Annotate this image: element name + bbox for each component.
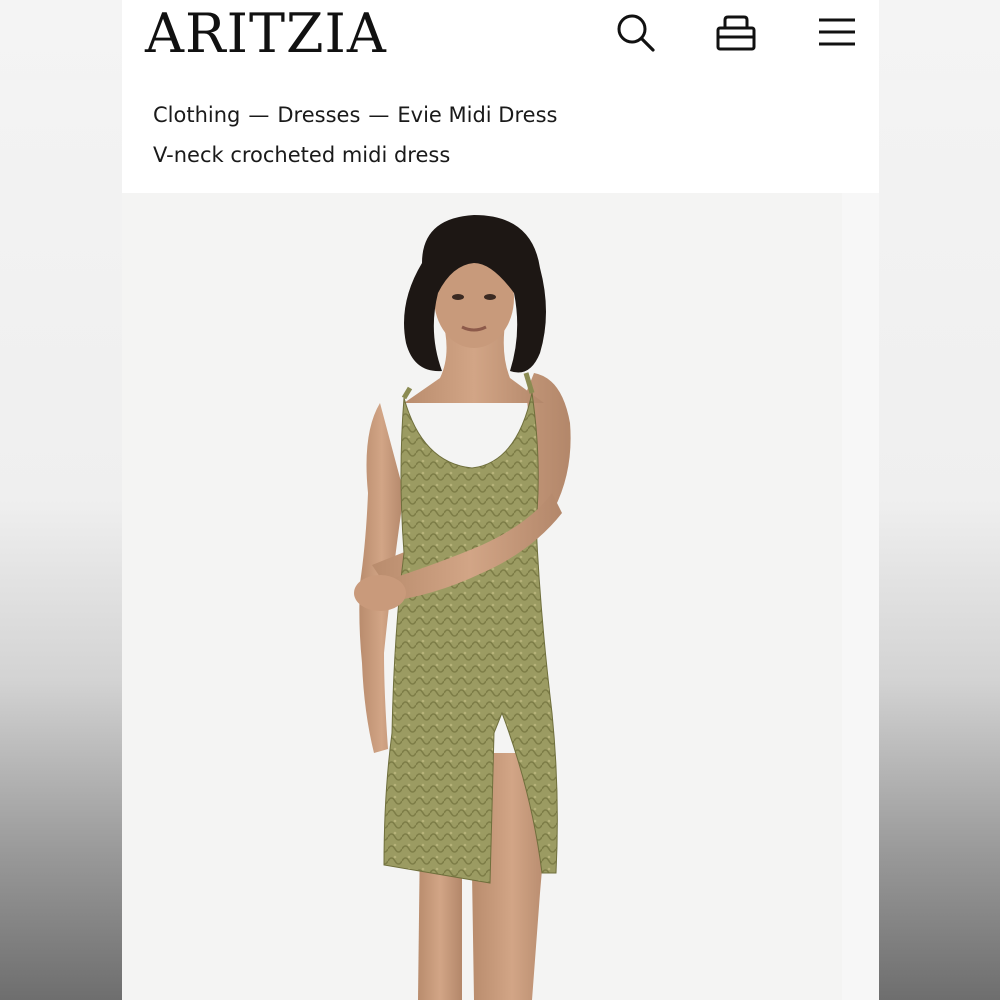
bag-icon[interactable] xyxy=(713,10,759,56)
breadcrumb-separator: — xyxy=(248,103,270,127)
breadcrumb-separator: — xyxy=(368,103,390,127)
background-blur-right xyxy=(879,0,1000,1000)
background-blur-left xyxy=(0,0,122,1000)
site-header: ARITZIA Clothing — Dresses — Evie Midi D… xyxy=(122,0,879,193)
menu-icon[interactable] xyxy=(813,10,859,56)
breadcrumb-item-current: Evie Midi Dress xyxy=(397,103,558,127)
product-image[interactable] xyxy=(122,193,879,1000)
breadcrumb-item-dresses[interactable]: Dresses xyxy=(277,103,360,127)
breadcrumb: Clothing — Dresses — Evie Midi Dress xyxy=(153,103,557,127)
brand-logo[interactable]: ARITZIA xyxy=(145,4,387,64)
screenshot-stage: ARITZIA Clothing — Dresses — Evie Midi D… xyxy=(0,0,1000,1000)
breadcrumb-item-clothing[interactable]: Clothing xyxy=(153,103,240,127)
product-subtitle: V-neck crocheted midi dress xyxy=(153,143,451,167)
mobile-page: ARITZIA Clothing — Dresses — Evie Midi D… xyxy=(122,0,879,1000)
search-icon[interactable] xyxy=(613,10,659,56)
